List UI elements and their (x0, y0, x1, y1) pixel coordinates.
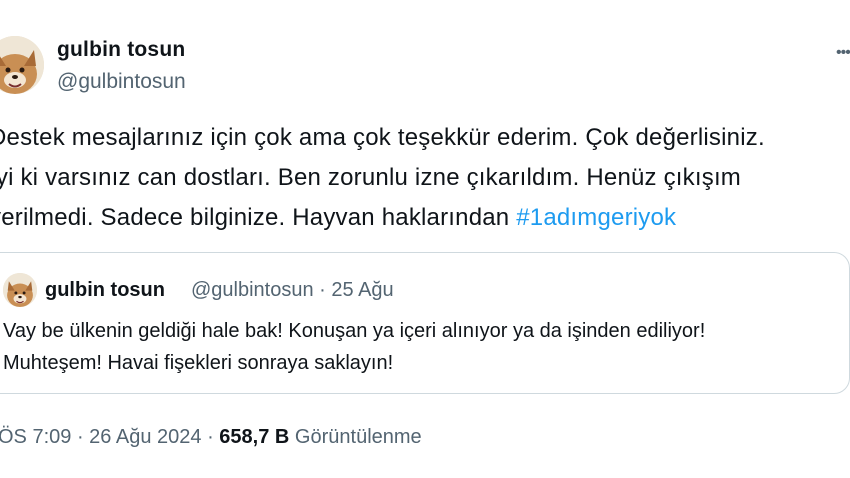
separator-dot: · (71, 426, 90, 448)
author-name[interactable]: gulbin tosun (57, 38, 185, 62)
quote-date[interactable]: 25 Ağu (331, 279, 393, 301)
tweet-text: Destek mesajlarınız için çok ama çok teş… (0, 118, 850, 238)
quote-meta: @gulbintosun · 25 Ağu (191, 279, 394, 302)
dog-avatar-image (0, 36, 44, 94)
tweet-date[interactable]: 26 Ağu 2024 (89, 426, 201, 448)
tweet-meta: ÖS 7:09 · 26 Ağu 2024 · 658,7 B Görüntül… (0, 426, 422, 449)
tweet-time[interactable]: ÖS 7:09 (0, 426, 71, 448)
views-count: 658,7 B (219, 426, 290, 448)
dog-avatar-image (3, 273, 37, 307)
quote-author-avatar[interactable] (3, 273, 37, 307)
separator-dot: · (313, 279, 332, 301)
quoted-tweet[interactable]: gulbin tosun @gulbintosun · 25 Ağu Vay b… (0, 252, 850, 394)
author-avatar[interactable] (0, 36, 44, 94)
author-handle[interactable]: @gulbintosun (57, 70, 186, 94)
hashtag-link[interactable]: #1adımgeriyok (516, 204, 676, 231)
quote-author-name[interactable]: gulbin tosun (45, 279, 165, 302)
quote-author-handle[interactable]: @gulbintosun (191, 279, 314, 301)
views-label: Görüntülenme (294, 426, 422, 448)
more-dots-icon[interactable]: ••• (836, 44, 850, 62)
separator-dot: · (201, 426, 220, 448)
quote-text: Vay be ülkenin geldiği hale bak! Konuşan… (3, 320, 706, 374)
